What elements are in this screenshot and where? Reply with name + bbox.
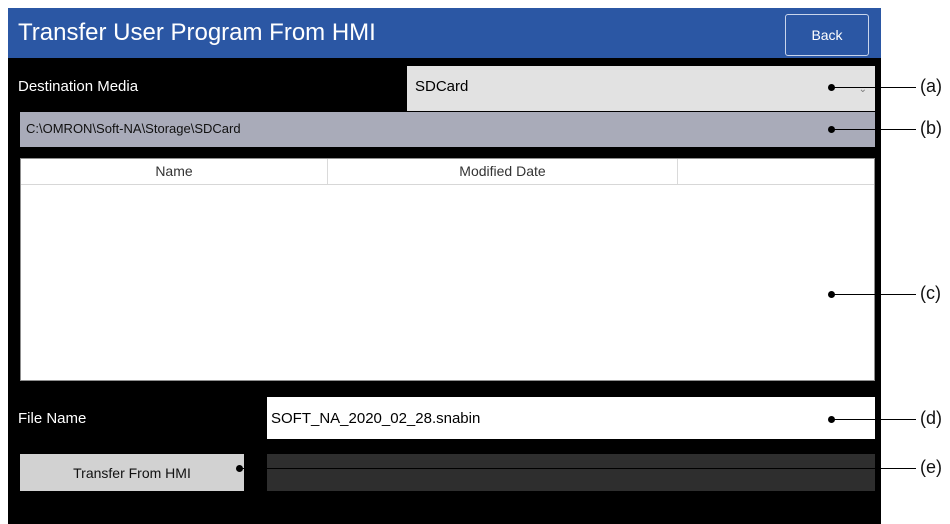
column-header-modified-date[interactable]: Modified Date bbox=[328, 159, 678, 184]
callout-d-label: (d) bbox=[920, 408, 942, 428]
file-list[interactable]: Name Modified Date bbox=[20, 158, 875, 381]
column-header-extra bbox=[678, 159, 868, 184]
title-bar: Transfer User Program From HMI Back bbox=[8, 8, 881, 58]
destination-path-text: C:\OMRON\Soft-NA\Storage\SDCard bbox=[26, 121, 241, 136]
transfer-from-hmi-button[interactable]: Transfer From HMI bbox=[20, 454, 244, 491]
callout-e-label: (e) bbox=[920, 457, 942, 477]
back-button[interactable]: Back bbox=[785, 14, 869, 56]
callout-b-label: (b) bbox=[920, 118, 942, 138]
callout-d-line bbox=[832, 419, 916, 420]
callout-c-label: (c) bbox=[920, 283, 941, 303]
file-name-label: File Name bbox=[18, 410, 87, 427]
column-header-name[interactable]: Name bbox=[21, 159, 328, 184]
chevron-down-icon: ⌄ bbox=[858, 84, 867, 95]
hmi-screen: Transfer User Program From HMI Back Dest… bbox=[8, 8, 881, 524]
destination-media-label: Destination Media bbox=[18, 78, 139, 95]
callout-c-line bbox=[832, 294, 916, 295]
callout-e-line bbox=[240, 468, 916, 469]
callout-a-label: (a) bbox=[920, 76, 942, 96]
page-title: Transfer User Program From HMI bbox=[18, 19, 376, 46]
destination-media-value: SDCard bbox=[415, 78, 469, 95]
callout-a-line bbox=[832, 87, 916, 88]
file-name-input[interactable] bbox=[267, 397, 875, 439]
destination-media-select[interactable]: SDCard ⌄ bbox=[407, 66, 875, 111]
destination-path: C:\OMRON\Soft-NA\Storage\SDCard bbox=[20, 112, 875, 147]
file-list-header: Name Modified Date bbox=[21, 159, 874, 185]
transfer-progress-area bbox=[267, 454, 875, 491]
callout-b-line bbox=[832, 129, 916, 130]
